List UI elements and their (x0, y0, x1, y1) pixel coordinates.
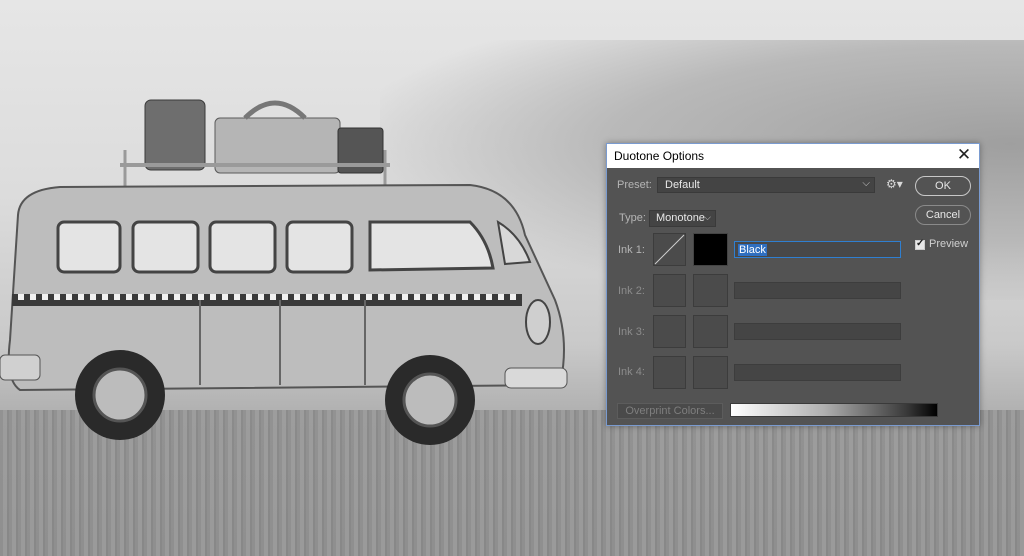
overprint-colors-button[interactable]: Overprint Colors... (617, 403, 723, 419)
preset-label: Preset: (617, 179, 652, 191)
chevron-down-icon: ⌵ (704, 212, 711, 222)
duotone-options-dialog: Duotone Options ✕ Preset: Default ⌵ ⚙▾ T… (606, 143, 980, 426)
dialog-titlebar[interactable]: Duotone Options ✕ (607, 144, 979, 168)
dialog-title: Duotone Options (614, 149, 705, 163)
ink3-curve-button[interactable] (653, 315, 686, 348)
ink3-label: Ink 3: (618, 326, 645, 338)
ink1-name-field[interactable]: Black (734, 241, 901, 258)
duotone-gradient-preview (730, 403, 938, 417)
type-label: Type: (619, 212, 646, 224)
ink1-name-text: Black (738, 244, 767, 256)
ink2-curve-button[interactable] (653, 274, 686, 307)
preset-dropdown[interactable]: Default ⌵ (657, 177, 875, 193)
ink4-label: Ink 4: (618, 366, 645, 378)
ink4-curve-button[interactable] (653, 356, 686, 389)
ink1-label: Ink 1: (618, 244, 645, 256)
cancel-button[interactable]: Cancel (915, 205, 971, 225)
ink3-name-field[interactable] (734, 323, 901, 340)
type-dropdown[interactable]: Monotone ⌵ (649, 210, 716, 227)
ok-button[interactable]: OK (915, 176, 971, 196)
curve-line-icon (654, 234, 685, 265)
close-icon[interactable]: ✕ (955, 146, 973, 164)
checkmark-icon: ✓ (916, 238, 925, 249)
preview-label[interactable]: Preview (929, 238, 968, 250)
ink4-color-swatch[interactable] (693, 356, 728, 389)
dialog-body: Preset: Default ⌵ ⚙▾ Type: Monotone ⌵ In… (607, 168, 979, 425)
type-value: Monotone (656, 212, 705, 224)
preset-value: Default (665, 179, 700, 191)
ink1-color-swatch[interactable] (693, 233, 728, 266)
chevron-down-icon: ⌵ (862, 178, 870, 189)
ink3-color-swatch[interactable] (693, 315, 728, 348)
preview-checkbox[interactable]: ✓ (915, 238, 925, 250)
ink2-name-field[interactable] (734, 282, 901, 299)
ink2-label: Ink 2: (618, 285, 645, 297)
gear-icon[interactable]: ⚙▾ (886, 177, 906, 193)
ink1-curve-button[interactable] (653, 233, 686, 266)
ink2-color-swatch[interactable] (693, 274, 728, 307)
ink4-name-field[interactable] (734, 364, 901, 381)
